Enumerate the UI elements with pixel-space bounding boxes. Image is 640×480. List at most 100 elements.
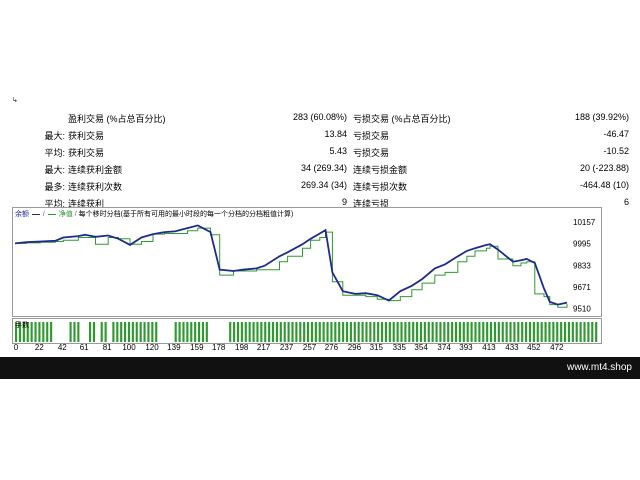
volume-bar (560, 322, 563, 342)
volume-bar (127, 322, 131, 342)
volume-bar (345, 322, 349, 342)
volume-bar (229, 322, 232, 342)
volume-bar (69, 322, 72, 342)
volume-bar (404, 322, 407, 342)
volume-bar (513, 322, 516, 342)
volume-bar (155, 322, 158, 342)
x-tick-label: 100 (122, 343, 136, 352)
footer-bar: www.mt4.shop (0, 357, 640, 379)
legend-balance-label: 余额 (15, 211, 29, 218)
volume-bar (205, 322, 208, 342)
volume-bar (268, 322, 271, 342)
volume-bar (423, 322, 426, 342)
y-tick-label: 9510 (573, 305, 591, 314)
stats-row: 最大: 获利交易 13.84 亏损交易 -46.47 (0, 127, 640, 144)
volume-bar (303, 322, 306, 342)
volume-bar (100, 322, 103, 342)
volume-bar (587, 322, 590, 342)
volume-bar (412, 322, 415, 342)
y-tick-label: 9995 (573, 240, 591, 249)
volume-bar (579, 322, 582, 342)
volume-bar (147, 322, 150, 342)
volume-bar (525, 322, 528, 342)
volume-bar (260, 322, 263, 342)
volume-bar (318, 322, 321, 342)
stat-value: 283 (60.08%) (292, 112, 347, 122)
volume-bar (458, 322, 461, 342)
balance-chart-svg: 10157 9995 9833 9671 9510 (14, 218, 596, 314)
volume-bar (342, 322, 345, 342)
chart-legend: 余额 / 净值 / 每个移时分档(基于所有可用的最小时段的每一个分档的分档粗值计… (15, 211, 294, 218)
volume-bar (451, 322, 454, 342)
volume-bar (482, 322, 485, 342)
volume-bar (408, 322, 411, 342)
volume-bar (326, 322, 329, 342)
volume-bar (427, 322, 430, 342)
x-tick-label: 354 (414, 343, 428, 352)
volume-bar (46, 322, 49, 342)
volume-bar (595, 322, 598, 342)
volume-bar (435, 322, 438, 342)
x-tick-label: 0 (13, 343, 19, 352)
volume-bar (357, 322, 360, 342)
volume-bar (240, 322, 243, 342)
volume-bar (92, 322, 96, 342)
volume-bar (73, 322, 76, 342)
chart-title-text: 每个移时分档(基于所有可用的最小时段的每一个分档的分档粗值计算) (78, 211, 294, 218)
x-tick-label: 374 (437, 343, 451, 352)
volume-bar (197, 322, 201, 342)
balance-line (14, 224, 568, 306)
volume-bar (548, 322, 551, 342)
y-tick-label: 10157 (573, 218, 596, 227)
volume-bar (50, 322, 53, 342)
x-tick-label: 42 (57, 343, 67, 352)
volume-bar (439, 322, 442, 342)
volume-bar (88, 322, 92, 342)
stat-value: 34 (269.34) (300, 163, 347, 173)
stat-label: 连续获利金额 (68, 165, 123, 175)
x-tick-label: 452 (527, 343, 541, 352)
volume-bar (291, 322, 294, 342)
volume-bar (248, 322, 251, 342)
stat-label-loss: 亏损交易 (%占总百分比) (353, 114, 451, 124)
x-tick-label: 120 (145, 343, 159, 352)
volume-bar (233, 322, 236, 342)
stat-label-loss: 亏损交易 (353, 148, 390, 158)
volume-bar (493, 322, 497, 342)
stat-label: 连续获利次数 (68, 182, 123, 192)
volume-bar (112, 322, 115, 342)
x-tick-label: 22 (34, 343, 44, 352)
volume-bar (540, 322, 543, 342)
y-tick-label: 9671 (573, 283, 591, 292)
volume-bar (310, 322, 314, 342)
volume-bar (556, 322, 559, 342)
volume-bar (314, 322, 317, 342)
x-axis: 0 22 42 61 81 100 120 139 159 178 198 217 237 257 276 2… (0, 343, 640, 357)
volume-bar (380, 322, 384, 342)
volume-bar (322, 322, 325, 342)
x-tick-label: 217 (256, 343, 271, 352)
stats-row: 最多: 连续获利次数 269.34 (34) 连续亏损次数 -464.48 (1… (0, 178, 640, 195)
volume-bar (124, 322, 127, 342)
x-tick-label: 139 (167, 343, 181, 352)
header-marker: ↳ (12, 97, 18, 104)
volume-bar (470, 322, 473, 342)
volume-bar (120, 322, 123, 342)
volume-bar (474, 322, 477, 342)
volume-bar (497, 322, 500, 342)
x-tick-label: 296 (347, 343, 362, 352)
volume-bar (349, 322, 352, 342)
volume-bar (416, 322, 419, 342)
volume-bar (486, 322, 489, 342)
volume-bar (131, 322, 134, 342)
volume-bar (528, 322, 532, 342)
stat-value-loss: 20 (-223.88) (579, 163, 629, 173)
volume-bar (143, 322, 146, 342)
volume-bar (400, 322, 403, 342)
stat-value: 269.34 (34) (300, 180, 347, 190)
volume-bar (466, 322, 469, 342)
volume-bar (567, 322, 570, 342)
volume-bar (575, 322, 578, 342)
volume-bar (244, 322, 247, 342)
volume-bar (264, 322, 267, 342)
